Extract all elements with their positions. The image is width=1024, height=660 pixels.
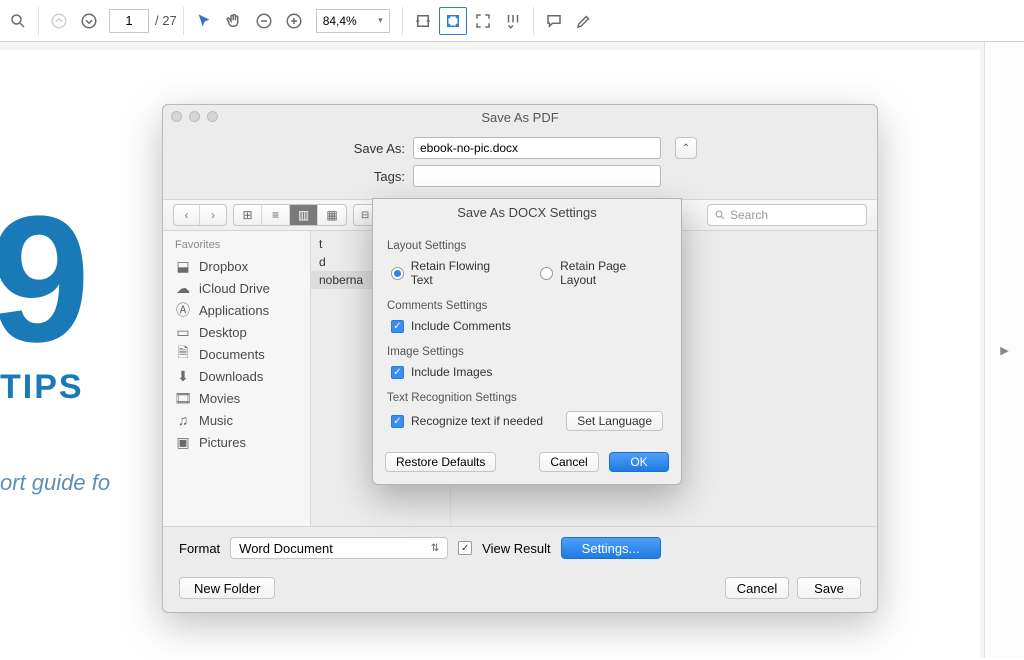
sidebar-header: Favorites: [163, 237, 310, 255]
cloud-icon: ☁: [175, 280, 191, 296]
reflow-icon[interactable]: [499, 7, 527, 35]
view-mode-buttons[interactable]: ⊞ ≡ ▥ ▦: [233, 204, 347, 226]
documents-icon: 🗎: [175, 346, 191, 362]
list-view-icon[interactable]: ≡: [262, 205, 290, 225]
retain-flowing-radio[interactable]: [391, 267, 404, 280]
sidebar-item-desktop[interactable]: ▭Desktop: [163, 321, 310, 343]
save-button[interactable]: Save: [797, 577, 861, 599]
movies-icon: 🎞: [175, 390, 191, 406]
search-icon[interactable]: [4, 7, 32, 35]
image-settings-header: Image Settings: [387, 346, 667, 358]
settings-button[interactable]: Settings...: [561, 537, 661, 559]
sidebar-item-pictures[interactable]: ▣Pictures: [163, 431, 310, 453]
restore-defaults-button[interactable]: Restore Defaults: [385, 452, 496, 472]
page-number-input[interactable]: 1: [109, 9, 149, 33]
tags-input[interactable]: [413, 165, 661, 187]
sidebar-item-applications[interactable]: ⒶApplications: [163, 299, 310, 321]
layout-settings-header: Layout Settings: [387, 240, 667, 252]
window-controls[interactable]: [171, 111, 218, 122]
include-comments-label: Include Comments: [411, 319, 511, 333]
highlight-icon[interactable]: [570, 7, 598, 35]
sidebar-item-icloud[interactable]: ☁iCloud Drive: [163, 277, 310, 299]
format-label: Format: [179, 541, 220, 556]
downloads-icon: ⬇: [175, 368, 191, 384]
dropbox-icon: ⬓: [175, 258, 191, 274]
retain-page-radio[interactable]: [540, 267, 553, 280]
sidebar-item-downloads[interactable]: ⬇Downloads: [163, 365, 310, 387]
comment-icon[interactable]: [540, 7, 568, 35]
search-placeholder: Search: [730, 208, 768, 222]
view-result-checkbox[interactable]: ✓: [458, 541, 472, 555]
bg-decor-number: 9: [0, 190, 80, 370]
sheet-title: Save As DOCX Settings: [373, 199, 681, 226]
sidebar-item-dropbox[interactable]: ⬓Dropbox: [163, 255, 310, 277]
column-view-icon[interactable]: ▥: [290, 205, 318, 225]
right-panel-toggle[interactable]: ▶: [984, 42, 1024, 658]
sheet-ok-button[interactable]: OK: [609, 452, 669, 472]
new-folder-button[interactable]: New Folder: [179, 577, 275, 599]
search-icon: [714, 209, 726, 221]
top-toolbar: 1 / 27 84,4%▾: [0, 0, 1024, 42]
finder-sidebar: Favorites ⬓Dropbox ☁iCloud Drive ⒶApplic…: [163, 231, 311, 526]
finder-search[interactable]: Search: [707, 204, 867, 226]
ocr-settings-header: Text Recognition Settings: [387, 392, 667, 404]
gallery-view-icon[interactable]: ▦: [318, 205, 346, 225]
include-images-checkbox[interactable]: ✓: [391, 366, 404, 379]
fit-width-icon[interactable]: [409, 7, 437, 35]
save-as-input[interactable]: ebook-no-pic.docx: [413, 137, 661, 159]
zoom-select[interactable]: 84,4%▾: [316, 9, 390, 33]
pictures-icon: ▣: [175, 434, 191, 450]
sidebar-item-documents[interactable]: 🗎Documents: [163, 343, 310, 365]
down-arrow-icon[interactable]: [75, 7, 103, 35]
include-comments-checkbox[interactable]: ✓: [391, 320, 404, 333]
sidebar-item-movies[interactable]: 🎞Movies: [163, 387, 310, 409]
nav-back-forward[interactable]: ‹ ›: [173, 204, 227, 226]
pointer-icon[interactable]: [190, 7, 218, 35]
apps-icon: Ⓐ: [175, 302, 191, 318]
zoom-in-icon[interactable]: [280, 7, 308, 35]
cancel-button[interactable]: Cancel: [725, 577, 789, 599]
hand-icon[interactable]: [220, 7, 248, 35]
retain-page-label: Retain Page Layout: [560, 259, 663, 287]
include-images-label: Include Images: [411, 365, 492, 379]
chevron-down-icon: ▾: [378, 15, 383, 26]
bg-decor-tips: TIPS: [0, 368, 84, 407]
music-icon: ♫: [175, 412, 191, 428]
bg-decor-sub: ort guide fo: [0, 470, 110, 496]
chevron-up-icon: ⌃: [682, 143, 690, 154]
icon-view-icon[interactable]: ⊞: [234, 205, 262, 225]
recognize-text-checkbox[interactable]: ✓: [391, 415, 404, 428]
page-total-label: / 27: [155, 13, 177, 28]
sheet-cancel-button[interactable]: Cancel: [539, 452, 599, 472]
collapse-button[interactable]: ⌃: [675, 137, 697, 159]
desktop-icon: ▭: [175, 324, 191, 340]
recognize-text-label: Recognize text if needed: [411, 414, 543, 428]
back-icon[interactable]: ‹: [174, 205, 200, 225]
chevron-updown-icon: ⇅: [431, 543, 439, 554]
docx-settings-sheet: Save As DOCX Settings Layout Settings Re…: [372, 198, 682, 485]
sidebar-item-music[interactable]: ♫Music: [163, 409, 310, 431]
dialog-titlebar: Save As PDF: [163, 105, 877, 129]
view-result-label: View Result: [482, 541, 550, 556]
up-arrow-icon[interactable]: [45, 7, 73, 35]
format-select[interactable]: Word Document ⇅: [230, 537, 448, 559]
comments-settings-header: Comments Settings: [387, 300, 667, 312]
forward-icon[interactable]: ›: [200, 205, 226, 225]
dialog-title: Save As PDF: [481, 110, 558, 125]
save-as-label: Save As:: [343, 141, 405, 156]
fullscreen-icon[interactable]: [469, 7, 497, 35]
fit-page-icon[interactable]: [439, 7, 467, 35]
tags-label: Tags:: [343, 169, 405, 184]
chevron-right-icon: ▶: [1000, 344, 1008, 357]
zoom-out-icon[interactable]: [250, 7, 278, 35]
set-language-button[interactable]: Set Language: [566, 411, 663, 431]
retain-flowing-label: Retain Flowing Text: [411, 259, 513, 287]
